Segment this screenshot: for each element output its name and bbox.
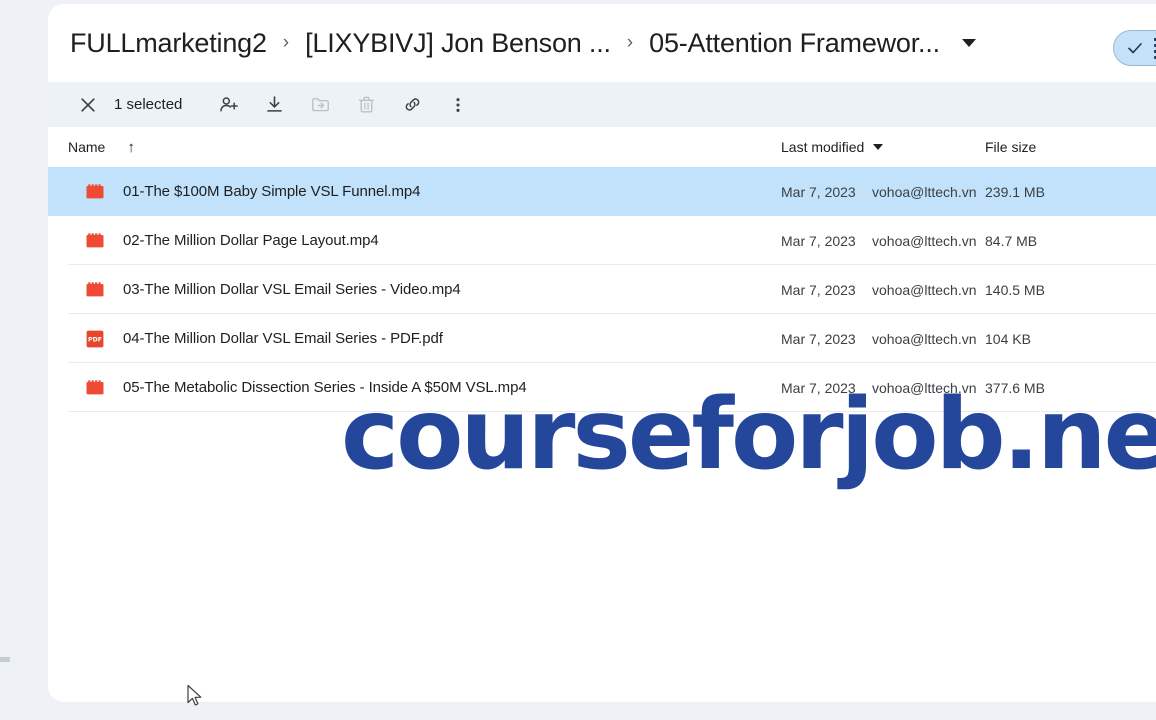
move-folder-icon: [311, 98, 329, 112]
column-header-file-size: File size: [985, 127, 1036, 167]
breadcrumb-separator: ›: [282, 32, 290, 53]
video-file-icon: [86, 232, 104, 247]
chevron-down-icon: [873, 144, 884, 150]
download-icon: [267, 96, 282, 112]
file-owner: vohoa@lttech.vn: [872, 330, 977, 347]
download-button[interactable]: [254, 85, 294, 125]
file-owner: vohoa@lttech.vn: [872, 281, 977, 298]
close-selection-button[interactable]: [68, 85, 108, 125]
column-header-name[interactable]: Name ↑: [68, 127, 135, 167]
column-header-last-modified-label: Last modified: [781, 139, 865, 155]
file-modified-date: Mar 7, 2023: [781, 281, 856, 298]
view-toggle-button[interactable]: [1113, 30, 1156, 66]
file-modified-date: Mar 7, 2023: [781, 232, 856, 249]
file-size: 377.6 MB: [985, 379, 1045, 396]
row-divider: [68, 411, 1156, 412]
table-row[interactable]: 03-The Million Dollar VSL Email Series -…: [48, 265, 1156, 314]
file-name: 02-The Million Dollar Page Layout.mp4: [123, 232, 379, 249]
move-to-folder-button[interactable]: [300, 85, 340, 125]
breadcrumb-separator: ›: [626, 32, 634, 53]
file-owner: vohoa@lttech.vn: [872, 232, 977, 249]
video-file-icon: [86, 281, 104, 296]
breadcrumb: FULLmarketing2 › [LIXYBIVJ] Jon Benson .…: [68, 4, 976, 82]
pdf-file-icon: PDF: [86, 330, 104, 347]
breadcrumb-item-root[interactable]: FULLmarketing2: [68, 26, 269, 61]
video-file-icon: [86, 379, 104, 394]
more-vertical-icon: [456, 97, 460, 112]
table-row[interactable]: PDF 04-The Million Dollar VSL Email Seri…: [48, 314, 1156, 363]
chevron-down-icon[interactable]: [961, 39, 976, 47]
file-list: 01-The $100M Baby Simple VSL Funnel.mp4 …: [48, 167, 1156, 412]
breadcrumb-item-current[interactable]: 05-Attention Framewor...: [647, 26, 942, 61]
file-modified-date: Mar 7, 2023: [781, 379, 856, 396]
file-name: 04-The Million Dollar VSL Email Series -…: [123, 330, 443, 347]
header-bar: FULLmarketing2 › [LIXYBIVJ] Jon Benson .…: [48, 4, 1156, 82]
file-modified-date: Mar 7, 2023: [781, 183, 856, 200]
share-add-person-button[interactable]: [208, 85, 248, 125]
table-row[interactable]: 05-The Metabolic Dissection Series - Ins…: [48, 363, 1156, 412]
file-size: 239.1 MB: [985, 183, 1045, 200]
person-add-icon: [220, 97, 238, 112]
file-owner: vohoa@lttech.vn: [872, 379, 977, 396]
content-panel: FULLmarketing2 › [LIXYBIVJ] Jon Benson .…: [48, 4, 1156, 702]
column-header-last-modified[interactable]: Last modified: [781, 127, 884, 167]
breadcrumb-item-folder[interactable]: [LIXYBIVJ] Jon Benson ...: [303, 26, 613, 61]
svg-text:PDF: PDF: [88, 336, 102, 343]
table-row[interactable]: 02-The Million Dollar Page Layout.mp4 Ma…: [48, 216, 1156, 265]
trash-icon: [358, 96, 375, 113]
file-size: 104 KB: [985, 330, 1031, 347]
selection-toolbar: 1 selected: [48, 82, 1156, 127]
file-name: 05-The Metabolic Dissection Series - Ins…: [123, 379, 527, 396]
delete-button[interactable]: [346, 85, 386, 125]
file-size: 140.5 MB: [985, 281, 1045, 298]
selected-count-label: 1 selected: [114, 96, 183, 113]
file-name: 03-The Million Dollar VSL Email Series -…: [123, 281, 461, 298]
check-icon: [1128, 43, 1142, 54]
column-header-file-size-label: File size: [985, 139, 1037, 155]
file-owner: vohoa@lttech.vn: [872, 183, 977, 200]
close-icon: [81, 97, 95, 112]
column-header-name-label: Name: [68, 139, 106, 155]
link-icon: [405, 98, 420, 111]
file-size: 84.7 MB: [985, 232, 1038, 249]
sort-ascending-icon: ↑: [127, 138, 135, 156]
file-browser-window: FULLmarketing2 › [LIXYBIVJ] Jon Benson .…: [0, 0, 1156, 720]
column-headers: Name ↑ Last modified File size: [48, 127, 1156, 167]
table-row[interactable]: 01-The $100M Baby Simple VSL Funnel.mp4 …: [48, 167, 1156, 216]
video-file-icon: [86, 183, 104, 198]
more-options-button[interactable]: [438, 85, 478, 125]
left-rail-marker: [0, 657, 10, 662]
copy-link-button[interactable]: [392, 85, 432, 125]
file-name: 01-The $100M Baby Simple VSL Funnel.mp4: [123, 183, 421, 200]
file-modified-date: Mar 7, 2023: [781, 330, 856, 347]
